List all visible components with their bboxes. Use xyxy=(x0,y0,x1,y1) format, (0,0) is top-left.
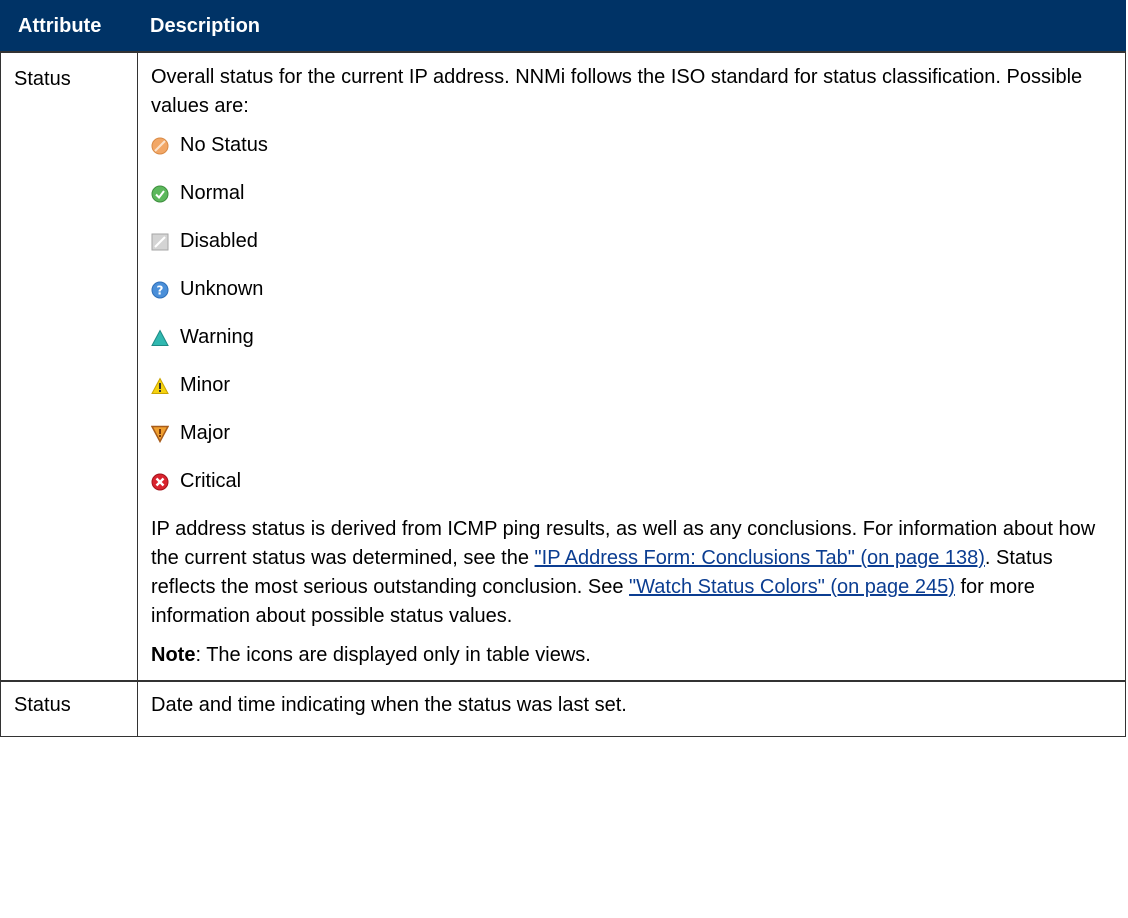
attribute-table: Attribute Description Status Overall sta… xyxy=(0,0,1126,737)
watch-status-colors-link[interactable]: "Watch Status Colors" (on page 245) xyxy=(629,576,955,598)
status-value-disabled: Disabled xyxy=(151,227,1105,256)
status-label: Normal xyxy=(180,182,245,204)
status-value-normal: Normal xyxy=(151,179,1105,208)
description-cell: Overall status for the current IP addres… xyxy=(137,51,1126,682)
normal-icon xyxy=(151,185,169,203)
note: Note: The icons are displayed only in ta… xyxy=(151,641,1105,670)
no-status-icon xyxy=(151,137,169,155)
status-label: Critical xyxy=(180,470,242,492)
attribute-cell: Status xyxy=(0,680,138,737)
status-label: No Status xyxy=(180,134,268,156)
status-label: Minor xyxy=(180,374,231,396)
table-header-row: Attribute Description xyxy=(0,0,1126,53)
status-value-minor: Minor xyxy=(151,371,1105,400)
major-icon xyxy=(151,425,169,443)
status-label: Warning xyxy=(180,326,254,348)
status-value-no-status: No Status xyxy=(151,131,1105,160)
header-description: Description xyxy=(137,0,1126,53)
attribute-cell: Status xyxy=(0,51,138,682)
disabled-icon xyxy=(151,233,169,251)
status-label: Major xyxy=(180,422,231,444)
status-value-critical: Critical xyxy=(151,467,1105,496)
warning-icon xyxy=(151,328,169,347)
status-value-major: Major xyxy=(151,419,1105,448)
status-label: Unknown xyxy=(180,278,264,300)
description-cell: Date and time indicating when the status… xyxy=(137,680,1126,737)
critical-icon xyxy=(151,473,169,491)
status-explanation: IP address status is derived from ICMP p… xyxy=(151,515,1105,631)
minor-icon xyxy=(151,376,169,395)
status-intro: Overall status for the current IP addres… xyxy=(151,66,1083,117)
status-label: Disabled xyxy=(180,230,258,252)
table-row: Status Overall status for the current IP… xyxy=(0,51,1126,682)
svg-text:?: ? xyxy=(157,283,164,297)
status-value-warning: Warning xyxy=(151,323,1105,352)
unknown-icon: ? xyxy=(151,281,169,299)
ip-address-form-conclusions-link[interactable]: "IP Address Form: Conclusions Tab" (on p… xyxy=(535,547,985,569)
table-row: Status Date and time indicating when the… xyxy=(0,680,1126,737)
note-label: Note xyxy=(151,644,196,666)
header-attribute: Attribute xyxy=(0,0,138,53)
note-text: : The icons are displayed only in table … xyxy=(195,644,591,666)
status-value-unknown: ? Unknown xyxy=(151,275,1105,304)
